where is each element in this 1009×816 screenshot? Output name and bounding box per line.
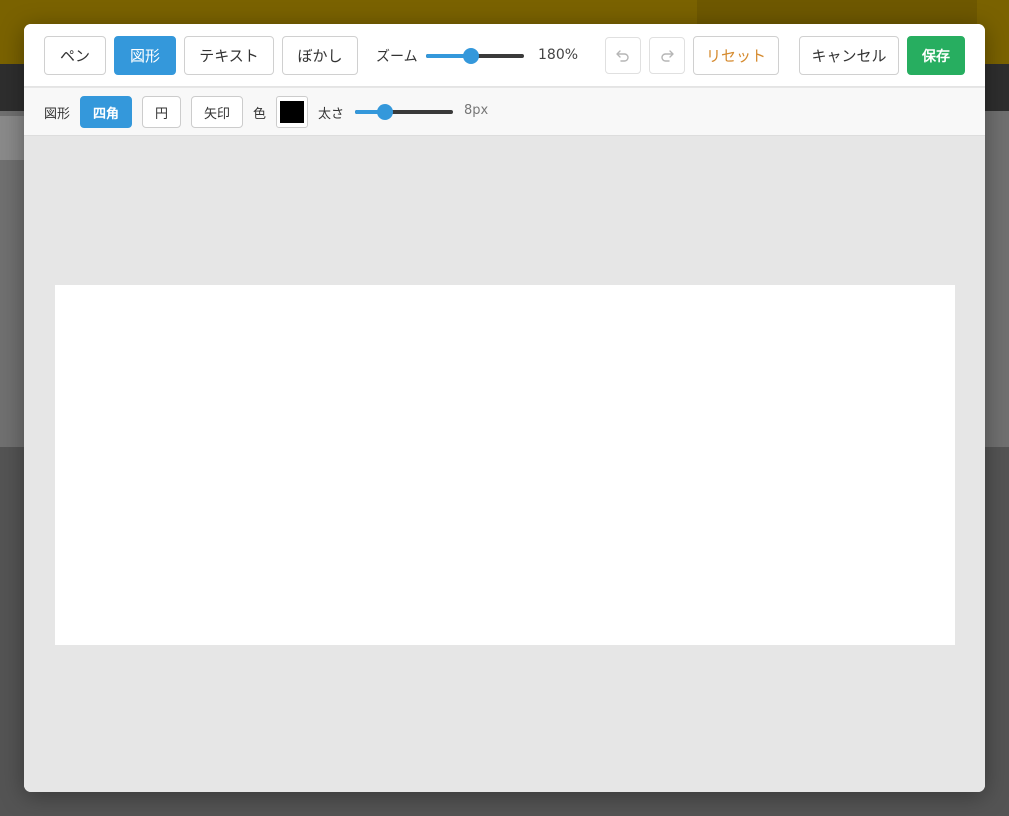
zoom-value: 180% [538,47,579,63]
shape-rect-button[interactable]: 四角 [80,96,132,128]
shape-circle-button[interactable]: 円 [142,96,181,128]
redo-icon [661,49,674,62]
background-tile [0,116,24,160]
color-swatch [280,101,304,123]
zoom-slider[interactable] [426,48,524,64]
redo-button[interactable] [649,37,685,74]
canvas-area [24,137,985,792]
undo-button[interactable] [605,37,641,74]
blur-tool-button[interactable]: ぼかし [282,36,358,75]
shape-options-label: 図形 [44,107,71,122]
shape-options-bar: 図形 四角 円 矢印 色 太さ 8px [24,88,985,136]
cancel-button[interactable]: キャンセル [799,36,899,75]
text-tool-button[interactable]: テキスト [184,36,274,75]
thickness-slider[interactable] [355,104,453,120]
zoom-label: ズーム [376,49,418,65]
drawing-canvas[interactable] [55,285,955,645]
pen-tool-button[interactable]: ペン [44,36,106,75]
shape-arrow-button[interactable]: 矢印 [191,96,243,128]
image-editor-modal: ペン 図形 テキスト ぼかし ズーム 180% リセット キャンセル 保存 図形… [24,24,985,792]
thickness-slider-thumb[interactable] [377,104,393,120]
color-label: 色 [253,107,267,122]
editor-toolbar: ペン 図形 テキスト ぼかし ズーム 180% リセット キャンセル 保存 [24,24,985,87]
reset-button[interactable]: リセット [693,36,779,75]
thickness-label: 太さ [318,107,345,122]
color-picker[interactable] [276,96,308,128]
save-button[interactable]: 保存 [907,36,965,75]
zoom-slider-thumb[interactable] [463,48,479,64]
thickness-value: 8px [464,103,489,118]
undo-icon [616,49,629,62]
shape-tool-button[interactable]: 図形 [114,36,176,75]
